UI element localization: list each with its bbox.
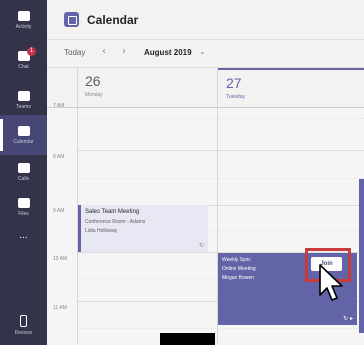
time-label: 10 AM — [53, 256, 68, 262]
half-hour-line — [77, 178, 364, 179]
calendar-icon — [17, 125, 30, 136]
adjacent-event[interactable] — [359, 179, 364, 333]
event-title: Sales Team Meeting — [85, 209, 140, 215]
app-rail: Activity Chat 1 Teams Calendar Calls Fil… — [0, 0, 47, 345]
time-label: 11 AM — [53, 305, 67, 311]
device-icon — [20, 314, 27, 327]
page-title: Calendar — [87, 13, 139, 27]
half-hour-line — [77, 118, 364, 119]
rail-label: Activity — [15, 23, 32, 30]
rail-item-calendar[interactable]: Calendar — [0, 115, 47, 155]
recurring-icon: ↻ — [198, 243, 204, 249]
time-label: 7 AM — [53, 103, 65, 109]
mouse-cursor-icon — [319, 264, 343, 301]
rail-item-chat[interactable]: Chat 1 — [0, 40, 47, 80]
calendar-toolbar: Today ‹ › August 2019 ⌄ — [47, 40, 364, 68]
today-button[interactable]: Today — [64, 48, 85, 57]
month-selector[interactable]: August 2019 — [144, 48, 192, 57]
overlay-bar — [160, 333, 215, 345]
teams-icon — [17, 90, 30, 101]
chat-badge: 1 — [27, 47, 36, 56]
event-sales-team-meeting[interactable]: Sales Team Meeting Conference Room - Ada… — [78, 205, 208, 252]
rail-item-teams[interactable]: Teams — [0, 80, 47, 120]
event-location: Conference Room - Adams — [85, 219, 146, 225]
rail-label: Devices — [14, 329, 33, 336]
day-number: 26 — [85, 73, 101, 89]
time-label: 8 AM — [53, 154, 65, 160]
day-name: Monday — [85, 92, 103, 98]
chevron-down-icon[interactable]: ⌄ — [199, 47, 206, 56]
event-organizer: Megan Bowen — [222, 275, 254, 281]
day-name: Tuesday — [226, 94, 245, 100]
file-icon — [17, 197, 30, 208]
event-title: Weekly Sync — [222, 257, 251, 263]
rail-label: Calendar — [13, 138, 34, 145]
more-icon: ... — [19, 229, 28, 241]
rail-item-more[interactable]: ... — [0, 215, 47, 255]
bell-icon — [17, 10, 30, 21]
rail-label: Teams — [16, 103, 31, 110]
phone-icon — [17, 162, 30, 173]
day-number: 27 — [226, 75, 242, 91]
day-header-tuesday: 27 Tuesday — [218, 68, 364, 108]
event-location: Online Meeting — [222, 266, 256, 272]
time-label: 9 AM — [53, 208, 65, 214]
rail-item-calls[interactable]: Calls — [0, 152, 47, 192]
previous-week-button[interactable]: ‹ — [102, 46, 106, 57]
recurring-icon: ↻ ▸ — [343, 315, 353, 322]
calendar-app-icon — [64, 12, 79, 27]
day-header-monday: 26 Monday — [77, 68, 217, 108]
rail-label: Calls — [17, 175, 30, 182]
event-organizer: Lidia Holloway — [85, 228, 118, 234]
app-header: Calendar — [47, 0, 364, 40]
next-week-button[interactable]: › — [122, 46, 126, 57]
day-headers: 26 Monday 27 Tuesday — [47, 68, 364, 108]
hour-line — [77, 150, 364, 151]
rail-item-activity[interactable]: Activity — [0, 0, 47, 40]
rail-label: Chat — [18, 63, 29, 70]
rail-item-devices[interactable]: Devices — [0, 305, 47, 345]
half-hour-line — [77, 328, 364, 329]
